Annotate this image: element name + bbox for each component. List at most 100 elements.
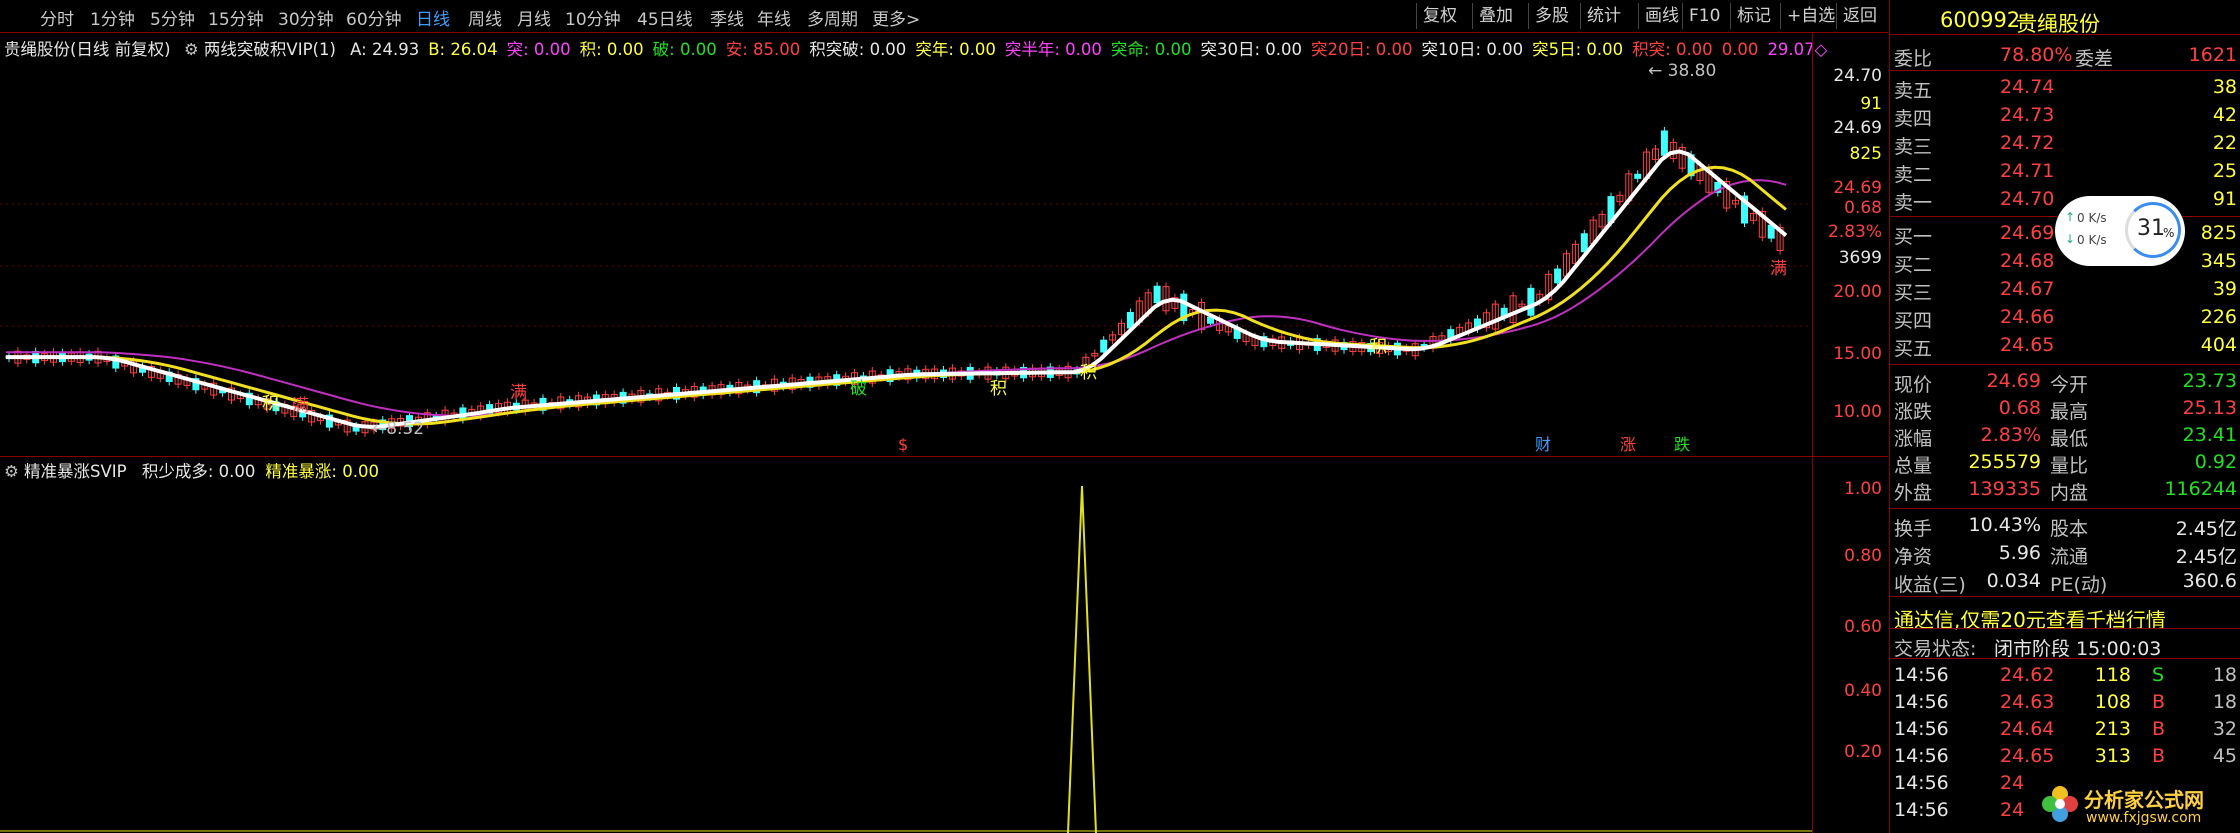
ma-line-magenta [6, 179, 1787, 417]
tick-row: 14:56 24.65 313 B 45 [1894, 745, 2237, 767]
axis-label: 2.83% [1827, 222, 1882, 242]
candle-body [1554, 268, 1562, 284]
period-12[interactable]: 年线 [757, 5, 791, 30]
high-price-label: ← 38.80 [1648, 61, 1716, 81]
axis-label: 0.20 [1844, 741, 1882, 762]
tool-button-2[interactable]: 多股 [1528, 3, 1575, 29]
signal-label: 破 [850, 379, 867, 399]
tool-button-0[interactable]: 复权 [1416, 3, 1463, 29]
signal-label: 积 [1080, 363, 1097, 383]
tick-row: 14:56 24.63 108 B 18 [1894, 691, 2237, 713]
period-3[interactable]: 15分钟 [208, 5, 264, 30]
axis-divider [1812, 32, 1813, 833]
stock-header: 600992 贵绳股份 [1890, 4, 2240, 36]
candle-body [1580, 233, 1588, 253]
axis-label: 10.00 [1833, 402, 1882, 422]
stat-row: 总量 255579 量比 0.92 [1894, 451, 2237, 477]
axis-label: 91 [1860, 94, 1882, 114]
candle-body [1527, 287, 1535, 316]
period-1[interactable]: 1分钟 [90, 5, 135, 30]
stat-row: 换手 10.43% 股本 2.45亿 [1894, 514, 2237, 540]
tool-button-3[interactable]: 统计 [1580, 3, 1627, 29]
tool-button-8[interactable]: 返回 [1836, 3, 1883, 29]
spike-line [1067, 485, 1097, 833]
event-mark: $ [898, 435, 908, 454]
candle-body [1153, 285, 1161, 304]
stat-row: 收益(三) 0.034 PE(动) 360.6 [1894, 570, 2237, 596]
net-speed-widget[interactable]: ↑ 0 K/s ↓ 0 K/s 31 % [2055, 196, 2185, 266]
upload-arrow-icon: ↑ [2065, 210, 2076, 224]
signal-label: 满 [510, 383, 527, 403]
ask-row: 卖五 24.74 38 [1894, 76, 2237, 102]
tool-button-6[interactable]: 标记 [1730, 3, 1777, 29]
event-mark: 涨 [1620, 435, 1636, 454]
signal-label: 积 [990, 379, 1007, 399]
period-toolbar: 分时 1分钟 5分钟 15分钟 30分钟 60分钟 日线 周线 月线 10分钟 45日线 季线 年线 多周… [0, 0, 1888, 33]
period-9[interactable]: 10分钟 [565, 5, 621, 30]
period-6[interactable]: 日线 [416, 5, 450, 30]
bid-row: 买三 24.67 39 [1894, 278, 2237, 304]
period-8[interactable]: 月线 [517, 5, 551, 30]
stat-row: 净资 5.96 流通 2.45亿 [1894, 542, 2237, 568]
axis-label: 15.00 [1833, 344, 1882, 364]
ask-row: 卖二 24.71 25 [1894, 160, 2237, 186]
stock-code: 600992 [1940, 8, 2021, 32]
signal-label: 积 [262, 394, 279, 414]
tool-button-7[interactable]: +自选 [1780, 3, 1841, 29]
tick-row: 14:56 24.62 118 S 18 [1894, 664, 2237, 686]
bid-row: 买四 24.66 226 [1894, 306, 2237, 332]
axis-label: 24.70 [1833, 66, 1882, 86]
sub-indicator-chart[interactable] [0, 478, 1812, 833]
stat-row: 涨幅 2.83% 最低 23.41 [1894, 424, 2237, 450]
ask-row: 卖四 24.73 42 [1894, 104, 2237, 130]
price-axis: 24.70 91 24.69 825 24.69 0.68 2.83% 3699 20.00 15… [1814, 56, 1888, 458]
period-14[interactable]: 更多> [872, 5, 920, 30]
period-2[interactable]: 5分钟 [150, 5, 195, 30]
period-4[interactable]: 30分钟 [278, 5, 334, 30]
period-11[interactable]: 季线 [710, 5, 744, 30]
signal-label: 满 [292, 396, 309, 416]
axis-label: 0.80 [1844, 546, 1882, 567]
tool-button-4[interactable]: 画线 [1638, 3, 1685, 29]
low-price-label: ←8.52 [372, 419, 424, 439]
event-mark: 跌 [1674, 435, 1690, 454]
axis-label: 3699 [1838, 248, 1882, 268]
candle-body [1660, 130, 1668, 156]
pane-divider [0, 456, 1888, 457]
stat-row: 涨跌 0.68 最高 25.13 [1894, 397, 2237, 423]
axis-label: 0.60 [1844, 617, 1882, 638]
ask-row: 卖三 24.72 22 [1894, 132, 2237, 158]
tick-row: 14:56 24.64 213 B 32 [1894, 718, 2237, 740]
axis-label: 0.40 [1844, 681, 1882, 702]
ma-line-white [6, 149, 1788, 429]
tool-button-1[interactable]: 叠加 [1472, 3, 1519, 29]
candle-body [1100, 339, 1108, 353]
weibi-row: 委比 78.80% 委差 1621 [1894, 44, 2237, 70]
ma-line-yellow [6, 165, 1787, 426]
axis-label: 20.00 [1833, 282, 1882, 302]
period-0[interactable]: 分时 [40, 5, 74, 30]
event-mark: 财 [1535, 435, 1551, 454]
axis-label: 24.69 [1833, 178, 1882, 198]
axis-label: 24.69 [1833, 118, 1882, 138]
axis-label: 825 [1849, 144, 1882, 164]
candle-body [1634, 173, 1642, 179]
period-13[interactable]: 多周期 [807, 5, 858, 30]
stat-row: 外盘 139335 内盘 116244 [1894, 478, 2237, 504]
trade-status-row: 交易状态: 闭市阶段 15:00:03 [1890, 632, 2240, 660]
period-10[interactable]: 45日线 [637, 5, 693, 30]
trade-status: 闭市阶段 15:00:03 [1994, 638, 2162, 660]
period-5[interactable]: 60分钟 [346, 5, 402, 30]
indicator-axis: 1.00 0.80 0.60 0.40 0.20 [1814, 478, 1888, 833]
promo-banner[interactable]: 通达信,仅需20元查看千档行情 [1890, 602, 2240, 632]
signal-label: 满 [1770, 259, 1787, 279]
candlestick-chart[interactable]: ← 38.80←8.52积 满满破 积积积满$ 财涨跌 [0, 56, 1812, 458]
signal-label: 积 [1370, 337, 1387, 357]
period-7[interactable]: 周线 [468, 5, 502, 30]
tool-button-5[interactable]: F10 [1682, 3, 1726, 29]
stat-row: 现价 24.69 今开 23.73 [1894, 370, 2237, 396]
site-watermark: 分析家公式网 www.fxjgsw.com [2040, 780, 2240, 832]
flower-logo-icon [2040, 784, 2080, 824]
download-arrow-icon: ↓ [2065, 232, 2076, 246]
axis-label: 0.68 [1844, 198, 1882, 218]
